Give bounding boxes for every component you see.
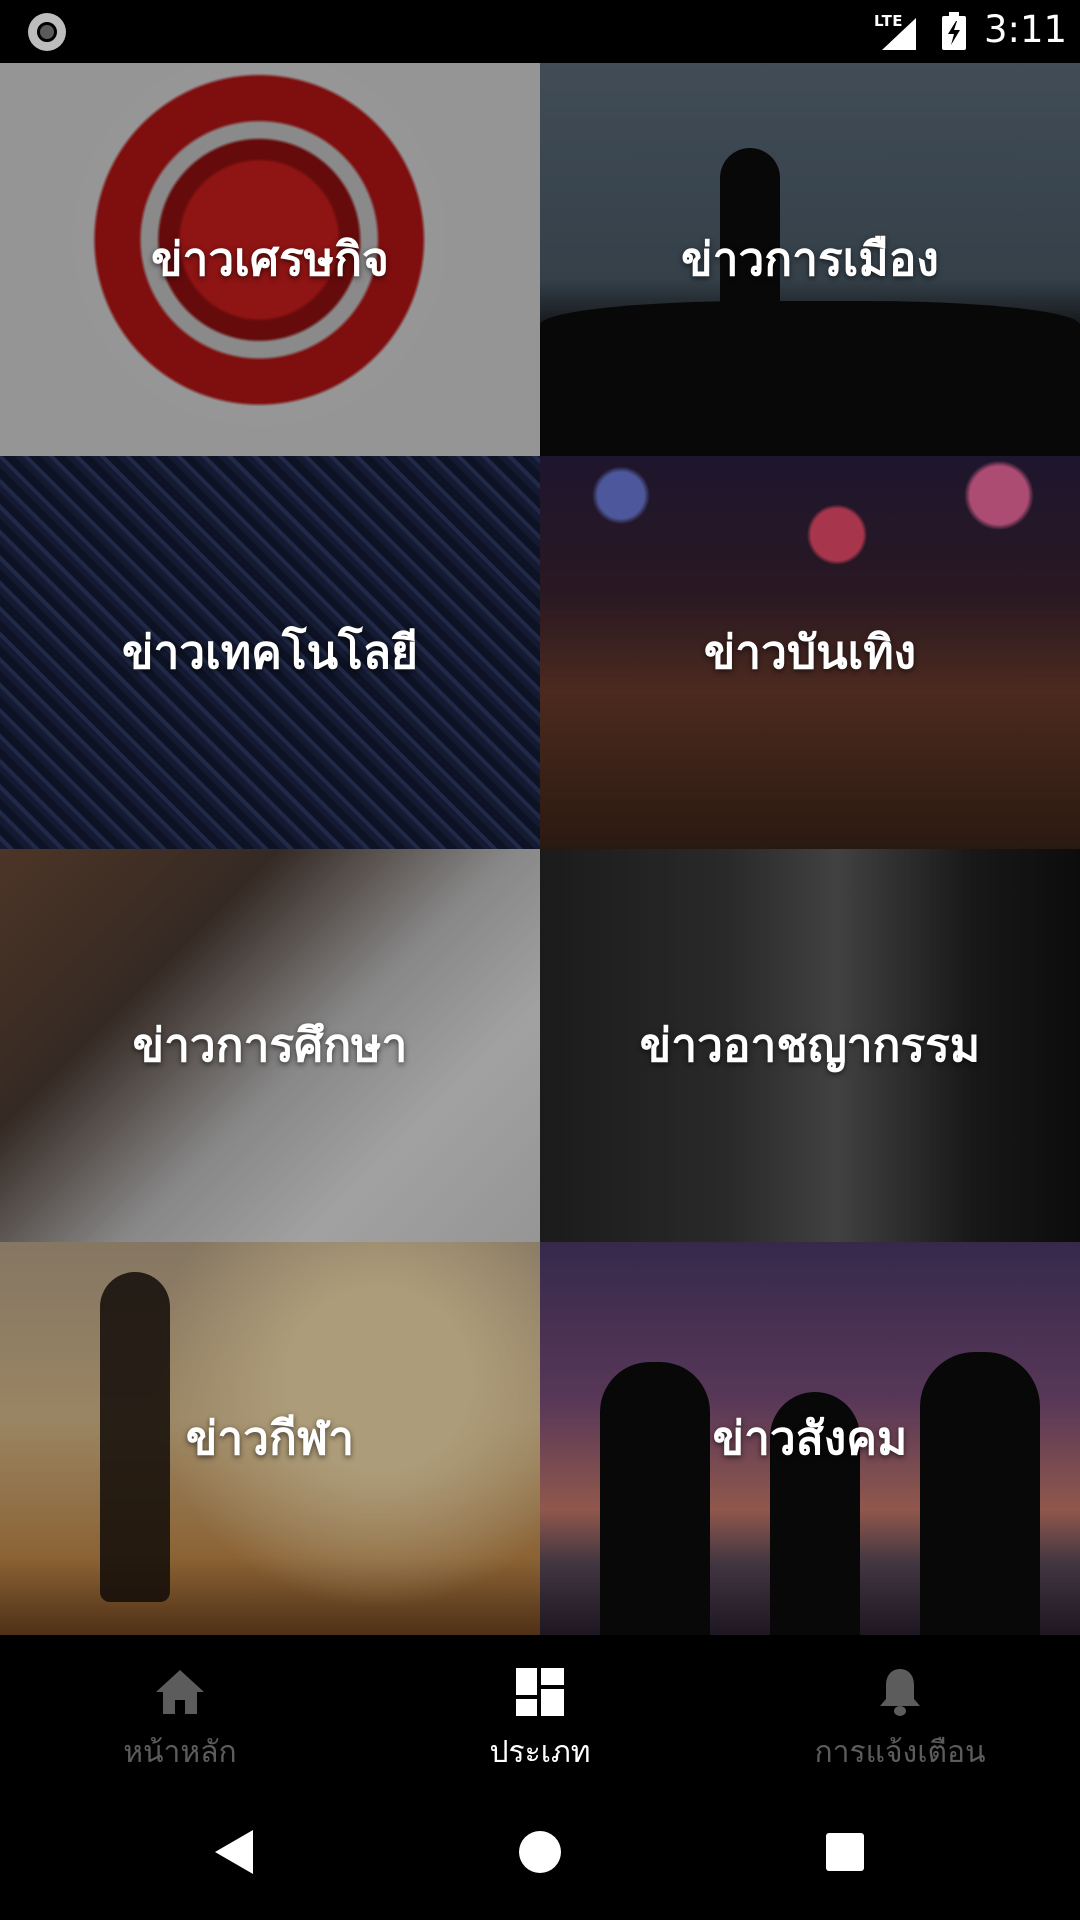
category-tile-education[interactable]: ข่าวการศึกษา xyxy=(0,849,540,1242)
nav-label-category: ประเภท xyxy=(489,1735,591,1770)
clock: 3:11 xyxy=(984,8,1068,51)
nav-label-notifications: การแจ้งเตือน xyxy=(814,1735,986,1770)
category-tile-crime[interactable]: ข่าวอาชญากรรม xyxy=(540,849,1080,1242)
category-tile-politics[interactable]: ข่าวการเมือง xyxy=(540,63,1080,456)
category-label: ข่าวเศรษกิจ xyxy=(151,232,389,286)
category-label: ข่าวการเมือง xyxy=(681,232,939,286)
home-icon xyxy=(153,1665,207,1719)
category-label: ข่าวสังคม xyxy=(712,1411,908,1465)
category-label: ข่าวกีฬา xyxy=(185,1411,355,1465)
signal-icon xyxy=(882,18,916,50)
nav-item-category[interactable]: ประเภท xyxy=(360,1635,720,1785)
bottom-navigation: หน้าหลัก ประเภท การแจ้งเตือน xyxy=(0,1635,1080,1785)
category-label: ข่าวการศึกษา xyxy=(132,1018,408,1072)
nav-item-home[interactable]: หน้าหลัก xyxy=(0,1635,360,1785)
bell-icon xyxy=(873,1665,927,1719)
category-tile-entertainment[interactable]: ข่าวบันเทิง xyxy=(540,456,1080,849)
category-tile-economy[interactable]: ข่าวเศรษกิจ xyxy=(0,63,540,456)
home-circle-icon[interactable] xyxy=(505,1817,575,1887)
category-label: ข่าวบันเทิง xyxy=(703,625,917,679)
recents-square-icon[interactable] xyxy=(810,1817,880,1887)
nav-item-notifications[interactable]: การแจ้งเตือน xyxy=(720,1635,1080,1785)
system-navigation-bar xyxy=(0,1785,1080,1920)
category-tile-technology[interactable]: ข่าวเทคโนโลยี xyxy=(0,456,540,849)
category-tile-society[interactable]: ข่าวสังคม xyxy=(540,1242,1080,1635)
category-label: ข่าวอาชญากรรม xyxy=(639,1018,981,1072)
back-icon[interactable] xyxy=(200,1817,270,1887)
category-label: ข่าวเทคโนโลยี xyxy=(122,625,418,679)
dashboard-icon xyxy=(513,1665,567,1719)
category-grid: ข่าวเศรษกิจ ข่าวการเมือง ข่าวเทคโนโลยี ข… xyxy=(0,63,1080,1635)
category-tile-sport[interactable]: ข่าวกีฬา xyxy=(0,1242,540,1635)
record-icon xyxy=(28,13,66,51)
battery-charging-icon xyxy=(942,12,966,50)
status-bar: LTE 3:11 xyxy=(0,0,1080,63)
nav-label-home: หน้าหลัก xyxy=(123,1735,237,1770)
